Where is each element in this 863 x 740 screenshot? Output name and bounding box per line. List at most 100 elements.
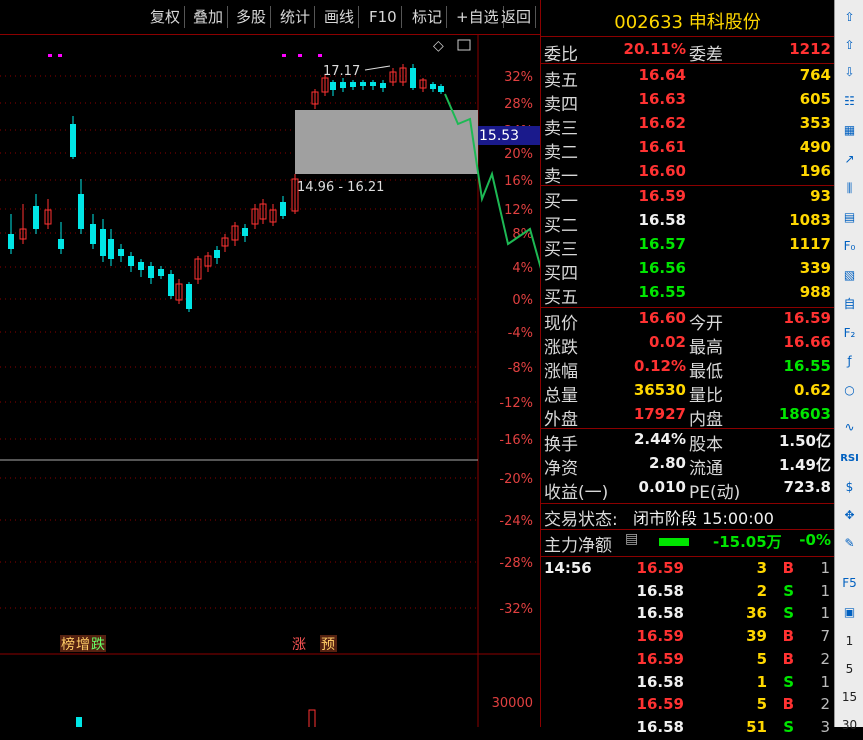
pct-label: -32%	[499, 602, 533, 617]
toolbar-button-3[interactable]: 统计	[276, 6, 316, 28]
tick-vol: 36	[746, 604, 767, 623]
self-icon[interactable]: 自	[840, 295, 859, 314]
divider	[541, 307, 834, 308]
notes-icon[interactable]: ▤	[625, 531, 638, 547]
toolbar-button-7[interactable]: +自选	[452, 6, 504, 28]
fund-row-label: 收益(一)	[544, 483, 609, 503]
stat-row-value2: 16.55	[783, 357, 831, 375]
kline-chart[interactable]: 32%28%24%20%16%12%8%4%0%-4%-8%-12%-16%-2…	[0, 34, 573, 731]
page-icon[interactable]: ▣	[840, 603, 859, 622]
buy-price: 16.59	[638, 187, 686, 205]
toolbar-button-6[interactable]: 标记	[408, 6, 448, 28]
toolbar-button-4[interactable]: 画线	[320, 6, 360, 28]
chart-icon[interactable]: ▧	[840, 266, 859, 285]
stat-row-value2: 18603	[778, 405, 831, 423]
down-outline-icon[interactable]: ⇩	[840, 63, 859, 82]
up-arrow-icon[interactable]: ⇧	[840, 8, 859, 27]
stat-row: 涨幅 0.12% 最低 16.55	[541, 357, 834, 382]
period-30[interactable]: 30	[840, 716, 859, 735]
fund-row: 净资 2.80 流通 1.49亿	[541, 454, 834, 479]
candle-body-down	[350, 82, 356, 87]
stat-row-value: 0.02	[648, 333, 686, 351]
move-icon[interactable]: ✥	[840, 506, 859, 525]
tick-row: 16.58 36 S 1	[541, 604, 834, 626]
toolbar-button-8[interactable]: 返回	[497, 6, 537, 28]
tick-row: 16.58 51 S 3	[541, 718, 834, 740]
pct-label: -28%	[499, 556, 533, 571]
pct-label: 32%	[504, 70, 533, 85]
candle-body-down	[118, 249, 124, 256]
tick-row: 16.58 1 S 1	[541, 673, 834, 695]
buy-price: 16.55	[638, 283, 686, 301]
pct-label: 28%	[504, 97, 533, 112]
fund-row-label2: 流通	[689, 459, 723, 479]
f10-icon[interactable]: F₀	[840, 237, 859, 256]
pen-icon[interactable]: ✎	[840, 534, 859, 553]
marker-yu: 预	[321, 637, 335, 653]
candle-icon[interactable]: ⫼	[840, 179, 859, 198]
sell-label: 卖二	[544, 143, 578, 163]
notes-icon[interactable]: ▤	[840, 208, 859, 227]
candle-body-down	[330, 82, 336, 90]
tick-count: 2	[820, 649, 830, 668]
fx-icon[interactable]: ƒ	[840, 352, 859, 371]
tick-bs: B	[782, 559, 794, 577]
trend-icon[interactable]: ↗	[840, 150, 859, 169]
chart-toolbar: 复权 叠加 多股 统计 画线 F10 标记 +自选 返回	[0, 0, 540, 35]
candle-body-down	[214, 250, 220, 258]
status-label: 交易状态:	[544, 510, 618, 530]
weibi-row: 委比 20.11% 委差 1212	[541, 40, 834, 65]
fund-row-value: 2.44%	[633, 430, 686, 448]
period-5[interactable]: 5	[840, 660, 859, 679]
pct-label: -20%	[499, 472, 533, 487]
toolbar-button-2[interactable]: 多股	[232, 6, 272, 28]
period-1[interactable]: 1	[840, 632, 859, 651]
sell-label: 卖三	[544, 119, 578, 139]
toolbar-button-0[interactable]: 复权	[146, 6, 186, 28]
fund-row: 收益(一) 0.010 PE(动) 723.8	[541, 478, 834, 503]
wave-icon[interactable]: ∿	[840, 418, 859, 437]
marker-dot	[298, 54, 302, 57]
stat-row-label: 涨跌	[544, 338, 578, 358]
circle-icon[interactable]: ○	[840, 381, 859, 400]
candle-body-down	[58, 239, 64, 249]
high-arrow	[364, 65, 391, 71]
sell-vol: 764	[799, 66, 831, 84]
main-flow[interactable]: 主力净额 ▤ -15.05万 -0%	[541, 531, 834, 556]
buy-price: 16.57	[638, 235, 686, 253]
candle-body-down	[280, 202, 286, 216]
fund-row-value: 2.80	[648, 454, 686, 472]
list-icon[interactable]: ☷	[840, 92, 859, 111]
stat-row-value: 17927	[633, 405, 686, 423]
toolbar-button-1[interactable]: 叠加	[189, 6, 229, 28]
buy-vol: 1083	[789, 211, 831, 229]
sell-price: 16.60	[638, 162, 686, 180]
pct-label: 4%	[512, 261, 533, 276]
fund-row-label: 换手	[544, 435, 578, 455]
divider	[541, 556, 834, 557]
sell-vol: 490	[799, 138, 831, 156]
marker-die: 跌	[91, 637, 105, 653]
period-15[interactable]: 15	[840, 688, 859, 707]
candle-body-down	[108, 239, 114, 259]
tick-price: 16.58	[636, 604, 684, 623]
f5-icon[interactable]: F5	[840, 574, 859, 593]
pct-label: -12%	[499, 396, 533, 411]
f12-icon[interactable]: F₂	[840, 324, 859, 343]
divider	[541, 428, 834, 429]
grid-icon[interactable]: ▦	[840, 121, 859, 140]
sell-price: 16.62	[638, 114, 686, 132]
buy-vol: 988	[799, 283, 831, 301]
up-outline-icon[interactable]: ⇧	[840, 36, 859, 55]
weibi-row-value2: 1212	[789, 40, 831, 58]
dollar-icon[interactable]: $	[840, 478, 859, 497]
window-icon	[457, 39, 471, 51]
candle-body-down	[148, 266, 154, 278]
tick-row: 16.59 39 B 7	[541, 627, 834, 649]
toolbar-button-5[interactable]: F10	[365, 6, 402, 28]
tick-count: 1	[820, 604, 830, 623]
rsi-icon[interactable]: RSI	[840, 449, 859, 468]
candle-body-down	[380, 83, 386, 88]
status-value: 闭市阶段 15:00:00	[633, 509, 774, 528]
tick-row: 14:56 16.59 3 B 1	[541, 559, 834, 581]
